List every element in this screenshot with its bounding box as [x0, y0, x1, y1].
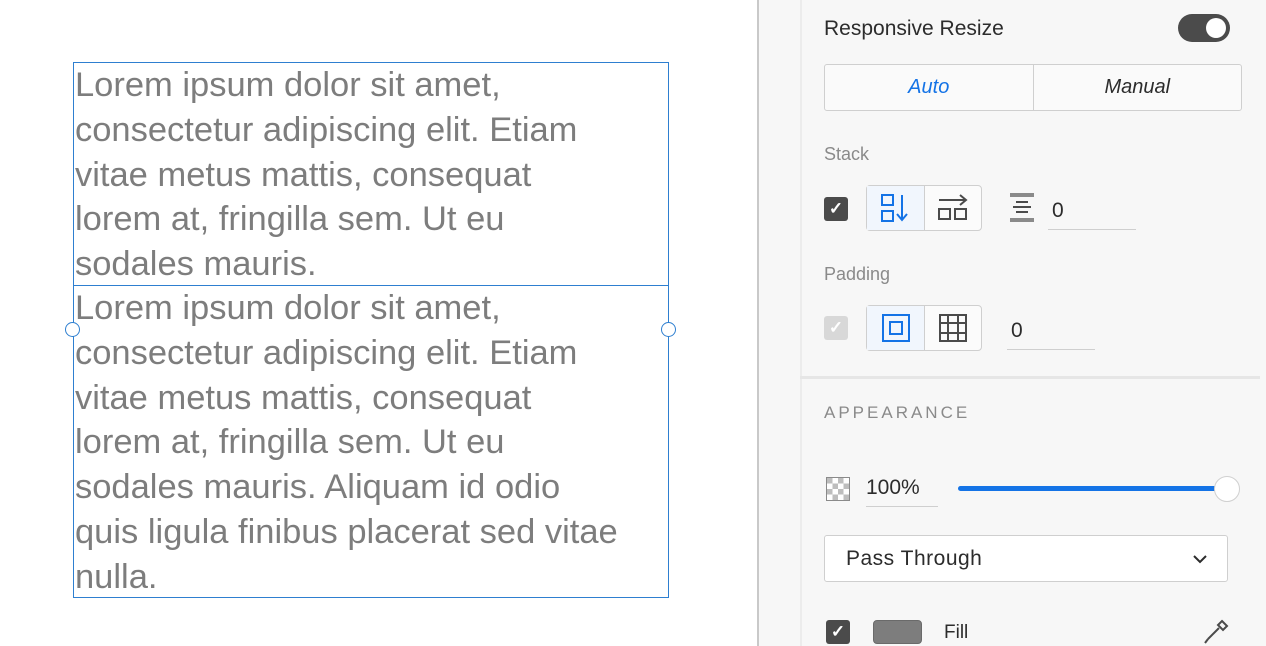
text-line: lorem at, fringilla sem. Ut eu — [75, 200, 505, 239]
text-line: quis ligula finibus placerat sed vitae — [75, 512, 618, 551]
text-line: sodales mauris. Aliquam id odio — [75, 468, 561, 507]
blend-mode-value: Pass Through — [846, 546, 983, 570]
fill-label: Fill — [944, 622, 969, 643]
resize-handle-left[interactable] — [65, 322, 80, 337]
resize-mode-selector: Auto Manual — [824, 64, 1242, 111]
resize-mode-manual[interactable]: Manual — [1034, 65, 1242, 110]
blend-mode-dropdown[interactable]: Pass Through — [824, 535, 1228, 582]
stack-direction-group — [866, 185, 982, 231]
responsive-resize-toggle[interactable] — [1178, 14, 1230, 42]
design-canvas[interactable]: Lorem ipsum dolor sit amet, consectetur … — [0, 0, 757, 646]
padding-checkbox[interactable]: ✓ — [824, 316, 848, 340]
stack-horizontal-icon[interactable] — [924, 186, 981, 230]
stack-checkbox[interactable]: ✓ — [824, 197, 848, 221]
text-line: vitae metus mattis, consequat — [75, 378, 532, 417]
section-divider — [800, 376, 1260, 379]
fill-checkbox[interactable]: ✓ — [826, 620, 850, 644]
stack-label: Stack — [824, 144, 870, 164]
appearance-section-title: APPEARANCE — [824, 403, 971, 422]
panel-gutter — [759, 0, 800, 646]
padding-label: Padding — [824, 264, 891, 284]
resize-handle-right[interactable] — [661, 322, 676, 337]
text-line: Lorem ipsum dolor sit amet, — [75, 66, 501, 104]
transparency-icon — [826, 477, 850, 506]
padding-mode-group — [866, 305, 982, 351]
opacity-input[interactable]: 100% — [866, 476, 938, 507]
stack-vertical-icon[interactable] — [867, 186, 924, 230]
text-line: lorem at, fringilla sem. Ut eu — [75, 423, 505, 462]
padding-individual-icon[interactable] — [924, 306, 981, 350]
chevron-down-icon — [1191, 550, 1209, 574]
stack-spacing-input[interactable]: 0 — [1048, 199, 1136, 230]
toggle-knob — [1206, 18, 1226, 38]
opacity-slider-track[interactable] — [958, 486, 1228, 491]
text-box-2[interactable]: Lorem ipsum dolor sit amet, consectetur … — [73, 285, 669, 598]
text-line: Lorem ipsum dolor sit amet, — [75, 289, 501, 327]
spacing-icon — [1009, 192, 1035, 229]
resize-mode-auto[interactable]: Auto — [825, 65, 1034, 110]
text-line: consectetur adipiscing elit. Etiam — [75, 333, 578, 372]
text-line: consectetur adipiscing elit. Etiam — [75, 110, 578, 149]
padding-uniform-icon[interactable] — [867, 306, 924, 350]
eyedropper-icon[interactable] — [1202, 618, 1230, 646]
text-line: nulla. — [75, 557, 158, 596]
text-line: sodales mauris. — [75, 245, 317, 284]
text-box-1[interactable]: Lorem ipsum dolor sit amet, consectetur … — [73, 62, 669, 286]
responsive-resize-label: Responsive Resize — [824, 17, 1004, 40]
panel-edge — [800, 0, 802, 646]
opacity-slider-handle[interactable] — [1214, 476, 1240, 502]
fill-color-swatch[interactable] — [873, 620, 922, 644]
text-line: vitae metus mattis, consequat — [75, 155, 532, 194]
padding-value-input[interactable]: 0 — [1007, 319, 1095, 350]
